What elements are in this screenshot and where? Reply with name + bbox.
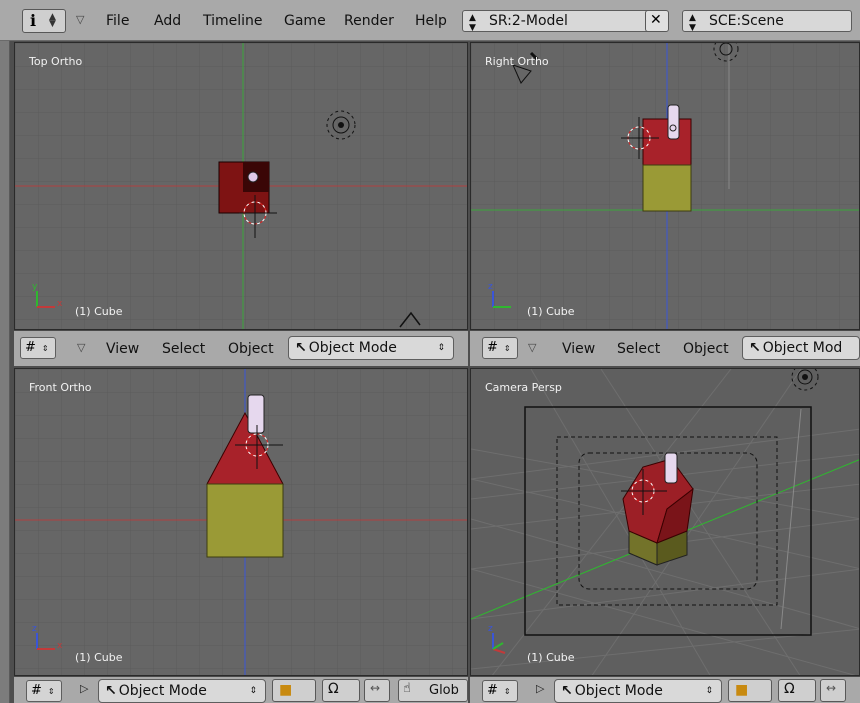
draw-type-button[interactable]: ■ [272,679,316,702]
grid-icon: # [31,683,42,698]
mode-label: Object Mode [118,683,207,699]
menu-add[interactable]: Add [154,13,181,29]
editor-type-button[interactable]: # ⇕ [20,337,56,359]
orientation-label: Glob [429,683,459,698]
menu-game[interactable]: Game [284,13,326,29]
expand-header-icon[interactable]: ▷ [80,682,88,695]
menu-object[interactable]: Object [683,341,729,357]
active-object-label: (1) Cube [527,651,575,664]
solid-cube-icon: ■ [735,682,749,698]
mode-select[interactable]: ↖ Object Mode ⇕ [98,679,266,703]
delete-screen-button[interactable]: ✕ [645,10,669,32]
menu-help[interactable]: Help [415,13,447,29]
widget-button[interactable]: ↔ [364,679,390,702]
manipulator-icon: ↔ [370,681,381,695]
mode-select[interactable]: ↖ Object Mode ⇕ [554,679,722,703]
global-orientation-button[interactable]: ☝ Glob [398,679,468,702]
object-mode-icon: ↖ [561,683,573,699]
scene-select[interactable]: ▲ ▼ SCE:Scene [682,10,852,33]
mode-label: Object Mode [308,340,397,356]
grid-icon: # [487,340,498,355]
editor-type-button[interactable]: # ⇕ [26,680,62,702]
object-mode-icon: ↖ [295,340,307,356]
svg-text:x: x [57,299,63,309]
hand-icon: ☝ [403,681,411,696]
menu-render[interactable]: Render [344,13,394,29]
window-edge [0,0,10,703]
right-ortho-canvas: z [471,43,859,329]
svg-text:z: z [488,282,493,292]
grid-icon: # [25,340,36,355]
updown-icon: ⇕ [437,343,445,353]
viewport-right-ortho[interactable]: z Right Ortho (1) Cube [470,42,860,330]
draw-type-button[interactable]: ■ [728,679,772,702]
menu-object[interactable]: Object [228,341,274,357]
menu-select[interactable]: Select [617,341,660,357]
solid-cube-icon: ■ [279,682,293,698]
pivot-button[interactable]: Ω [322,679,360,702]
viewport-header-top-left: # ⇕ ▽ View Select Object ↖ Object Mode ⇕ [14,330,468,366]
collapse-menu-icon[interactable]: ▽ [76,13,84,26]
house-object [642,118,692,166]
pivot-icon: Ω [784,681,795,697]
pivot-icon: Ω [328,681,339,697]
menu-view[interactable]: View [562,341,595,357]
updown-icon: ▲ ▼ [49,12,56,29]
viewport-camera-persp[interactable]: z Camera Persp (1) Cube [470,368,860,676]
menu-select[interactable]: Select [162,341,205,357]
mode-select[interactable]: ↖ Object Mod [742,336,860,360]
info-editor-button[interactable]: i ▲ ▼ [22,9,66,33]
active-object-label: (1) Cube [527,305,575,318]
viewport-header-top-right: # ⇕ ▽ View Select Object ↖ Object Mod [470,330,860,366]
updown-icon: ▲ ▼ [689,13,696,33]
top-ortho-canvas: y x [15,43,467,329]
active-object-label: (1) Cube [75,305,123,318]
svg-text:z: z [488,624,493,634]
screen-name-text[interactable]: SR:2-Model [489,11,568,31]
menu-timeline[interactable]: Timeline [203,13,263,29]
collapse-header-icon[interactable]: ▽ [528,341,536,354]
updown-icon: ▲ ▼ [469,13,476,33]
collapse-header-icon[interactable]: ▽ [77,341,85,354]
camera-persp-canvas: z [471,369,859,675]
scene-name-text[interactable]: SCE:Scene [709,11,784,31]
manipulator-icon: ↔ [826,681,837,695]
object-mode-icon: ↖ [105,683,117,699]
viewport-title: Right Ortho [485,55,549,68]
viewport-front-ortho[interactable]: z x Front Ortho (1) Cube [14,368,468,676]
expand-header-icon[interactable]: ▷ [536,682,544,695]
viewport-title: Top Ortho [29,55,83,68]
viewport-title: Camera Persp [485,381,562,394]
viewport-title: Front Ortho [29,381,92,394]
screen-select[interactable]: ▲ ▼ SR:2-Model [462,10,668,33]
front-ortho-canvas: z x [15,369,467,675]
active-object-label: (1) Cube [75,651,123,664]
updown-icon: ⇕ [249,686,257,696]
viewport-header-bottom-right: # ⇕ ▷ ↖ Object Mode ⇕ ■ Ω ↔ [470,676,860,703]
viewport-header-bottom-left: # ⇕ ▷ ↖ Object Mode ⇕ ■ Ω ↔ ☝ Glob [14,676,468,703]
info-icon: i [30,11,37,30]
pivot-button[interactable]: Ω [778,679,816,702]
viewport-top-ortho[interactable]: y x Top Ortho (1) Cube [14,42,468,330]
menu-view[interactable]: View [106,341,139,357]
editor-type-button[interactable]: # ⇕ [482,337,518,359]
svg-text:z: z [32,624,37,634]
mode-label: Object Mode [574,683,663,699]
widget-button[interactable]: ↔ [820,679,846,702]
close-icon: ✕ [650,12,662,28]
menu-file[interactable]: File [106,13,129,29]
mode-select[interactable]: ↖ Object Mode ⇕ [288,336,454,360]
top-menu-bar: i ▲ ▼ ▽ File Add Timeline Game Render Hel… [0,0,860,41]
mode-label: Object Mod [762,340,843,356]
updown-icon: ⇕ [705,686,713,696]
svg-text:y: y [32,282,38,292]
object-mode-icon: ↖ [749,340,761,356]
editor-type-button[interactable]: # ⇕ [482,680,518,702]
grid-icon: # [487,683,498,698]
svg-text:x: x [57,641,63,651]
